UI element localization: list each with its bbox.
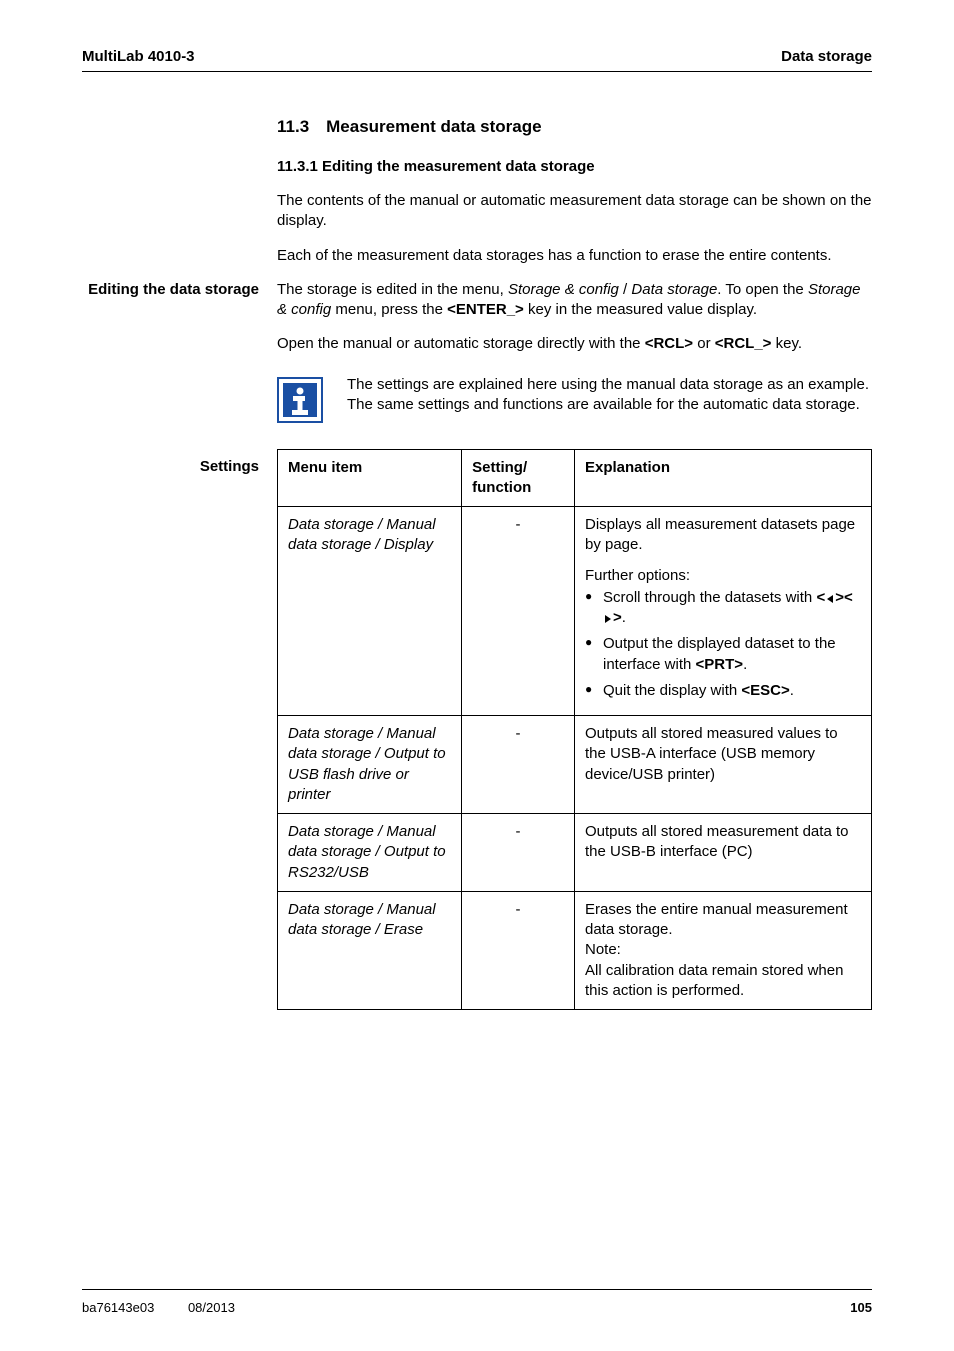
text: menu, press the: [331, 301, 447, 318]
bullet-item: Scroll through the datasets with <><>.: [585, 588, 861, 629]
text: Scroll through the datasets with: [603, 589, 816, 606]
editing-paragraph-2: Open the manual or automatic storage dir…: [277, 334, 872, 354]
text: . To open the: [717, 281, 808, 298]
cell-explanation: Outputs all stored measurement data to t…: [574, 814, 871, 892]
cell-setting: -: [462, 716, 575, 814]
page: MultiLab 4010-3 Data storage 11.3 Measur…: [0, 0, 954, 1351]
cell-setting: -: [462, 814, 575, 892]
footer-doc-id: ba76143e03: [82, 1300, 154, 1315]
cell-menu: Data storage / Manual data storage / Dis…: [278, 507, 462, 716]
cell-explanation: Outputs all stored measured values to th…: [574, 716, 871, 814]
footer-page-number: 105: [850, 1300, 872, 1315]
editing-block: Editing the data storage The storage is …: [82, 280, 872, 449]
section-heading-block: 11.3 Measurement data storage 11.3.1 Edi…: [82, 116, 872, 280]
key-prt: <PRT>: [696, 656, 744, 673]
menu-path-2: Data storage: [631, 281, 717, 298]
margin-empty: [82, 116, 277, 280]
key-rcl-long: <RCL_>: [715, 335, 772, 352]
table-row: Data storage / Manual data storage / Dis…: [278, 507, 872, 716]
section-body: 11.3 Measurement data storage 11.3.1 Edi…: [277, 116, 872, 280]
table-row: Data storage / Manual data storage / Out…: [278, 814, 872, 892]
header-rule: [82, 71, 872, 72]
subsection-title: 11.3.1 Editing the measurement data stor…: [277, 157, 872, 177]
expl-lead: Displays all measurement datasets page b…: [585, 515, 861, 556]
footer-date: 08/2013: [188, 1300, 235, 1315]
intro-paragraph-1: The contents of the manual or automatic …: [277, 191, 872, 232]
expl-further: Further options:: [585, 566, 861, 586]
text: .: [743, 656, 747, 673]
header-left: MultiLab 4010-3: [82, 48, 195, 65]
cell-explanation: Displays all measurement datasets page b…: [574, 507, 871, 716]
editing-paragraph-1: The storage is edited in the menu, Stora…: [277, 280, 872, 321]
text: or: [693, 335, 715, 352]
footer-row: ba76143e03 08/2013 105: [82, 1300, 872, 1315]
cell-menu: Data storage / Manual data storage / Era…: [278, 891, 462, 1009]
expl-bullets: Scroll through the datasets with <><>. O…: [585, 588, 861, 701]
cell-explanation: Erases the entire manual measurement dat…: [574, 891, 871, 1009]
info-note-block: The settings are explained here using th…: [277, 375, 872, 423]
key-esc: <ESC>: [741, 682, 789, 699]
cell-menu: Data storage / Manual data storage / Out…: [278, 814, 462, 892]
key-rcl: <RCL>: [645, 335, 693, 352]
th-explanation: Explanation: [574, 449, 871, 507]
footer-rule: [82, 1289, 872, 1290]
info-note-text: The settings are explained here using th…: [347, 375, 872, 416]
settings-block: Settings Menu item Setting/ function Exp…: [82, 449, 872, 1011]
bullet-item: Output the displayed dataset to the inte…: [585, 634, 861, 675]
menu-path-1: Storage & config: [508, 281, 619, 298]
text: .: [622, 609, 626, 626]
page-footer: ba76143e03 08/2013 105: [82, 1289, 872, 1315]
settings-body: Menu item Setting/ function Explanation …: [277, 449, 872, 1011]
editing-body: The storage is edited in the menu, Stora…: [277, 280, 872, 449]
text: Quit the display with: [603, 682, 741, 699]
key-enter: <ENTER_>: [447, 301, 524, 318]
cell-setting: -: [462, 891, 575, 1009]
table-row: Data storage / Manual data storage / Era…: [278, 891, 872, 1009]
editing-margin-label: Editing the data storage: [82, 280, 277, 449]
th-setting: Setting/ function: [462, 449, 575, 507]
section-title: 11.3 Measurement data storage: [277, 116, 872, 139]
text: The storage is edited in the menu,: [277, 281, 508, 298]
info-icon: [277, 377, 323, 423]
bullet-item: Quit the display with <ESC>.: [585, 681, 861, 701]
cell-setting: -: [462, 507, 575, 716]
text: .: [790, 682, 794, 699]
header-right: Data storage: [781, 48, 872, 65]
settings-table: Menu item Setting/ function Explanation …: [277, 449, 872, 1011]
page-header: MultiLab 4010-3 Data storage: [82, 48, 872, 65]
table-row: Data storage / Manual data storage / Out…: [278, 716, 872, 814]
text: /: [619, 281, 632, 298]
table-header-row: Menu item Setting/ function Explanation: [278, 449, 872, 507]
text: key in the measured value display.: [524, 301, 757, 318]
intro-paragraph-2: Each of the measurement data storages ha…: [277, 246, 872, 266]
th-menu-item: Menu item: [278, 449, 462, 507]
content: 11.3 Measurement data storage 11.3.1 Edi…: [82, 116, 872, 1010]
text: key.: [771, 335, 802, 352]
footer-left: ba76143e03 08/2013: [82, 1300, 235, 1315]
text: Open the manual or automatic storage dir…: [277, 335, 645, 352]
cell-menu: Data storage / Manual data storage / Out…: [278, 716, 462, 814]
settings-margin-label: Settings: [82, 449, 277, 1011]
